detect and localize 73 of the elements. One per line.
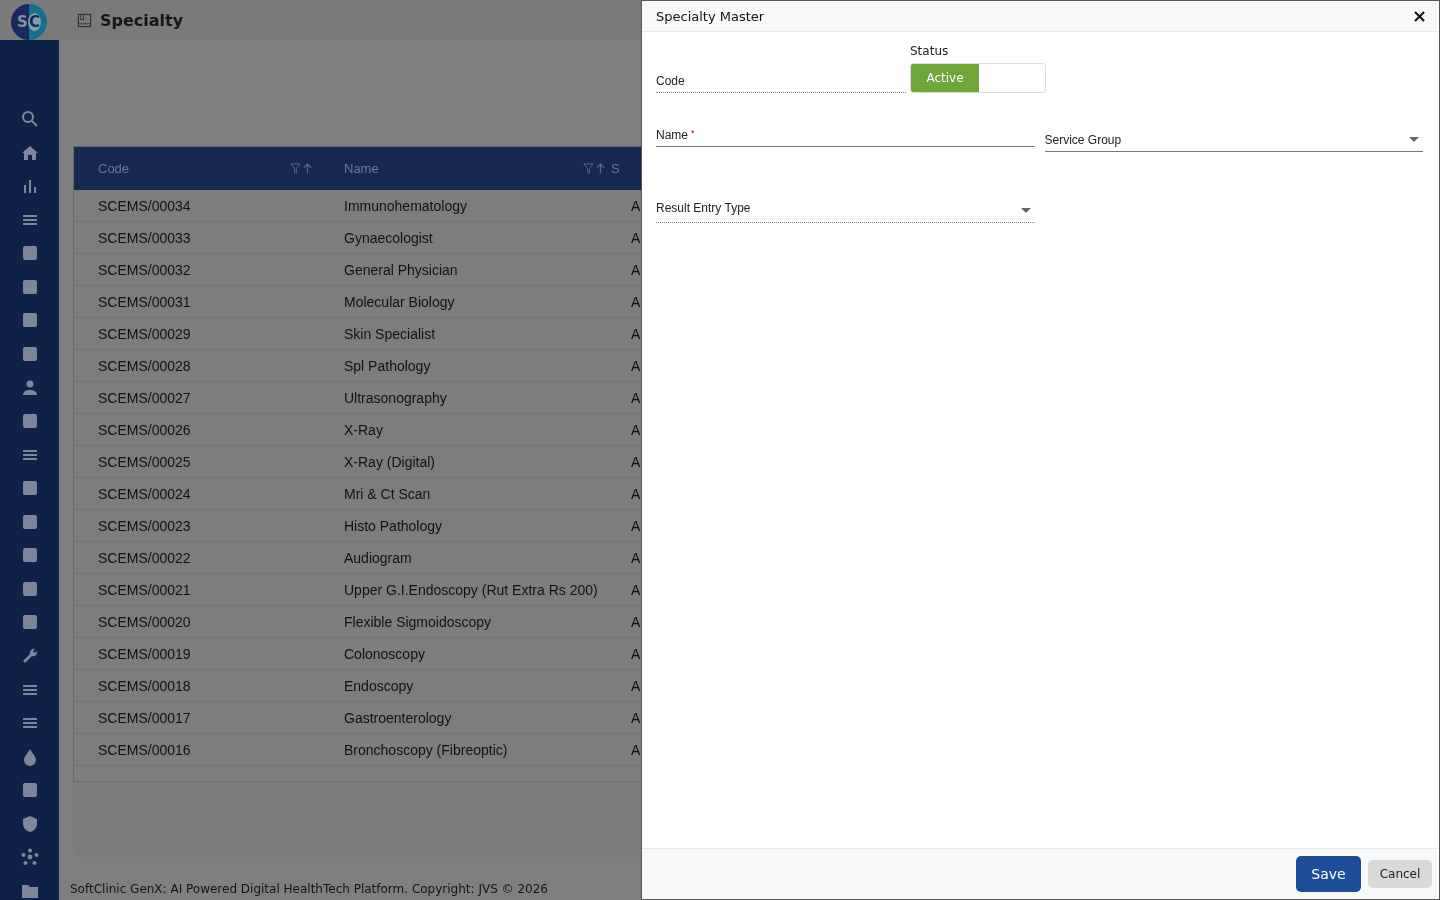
table-cell-text: A [630, 516, 641, 536]
table-cell-text: A [630, 228, 641, 248]
close-button[interactable]: × [1411, 7, 1427, 25]
table-cell-text: SCEMS/00032 [97, 260, 192, 280]
table-cell-text: SCEMS/00017 [97, 708, 192, 728]
shield-icon[interactable] [20, 814, 39, 833]
table-cell-text: Immunohematology [343, 196, 468, 216]
table-cell-text: SCEMS/00022 [97, 548, 192, 568]
table-cell-text: SCEMS/00025 [97, 452, 192, 472]
save-button[interactable]: Save [1296, 856, 1361, 892]
page-title: Specialty [100, 10, 184, 30]
table-cell-text: A [630, 580, 641, 600]
wrench-icon[interactable] [20, 647, 39, 665]
table-cell-text: X-Ray [343, 420, 384, 440]
table-cell-text: A [630, 388, 641, 408]
table-cell-text: SCEMS/00018 [97, 676, 192, 696]
table-cell-text: Colonoscopy [343, 644, 426, 664]
footer-text: SoftClinic GenX: AI Powered Digital HealthTech Platform. Copyright: JVS © 2026 [70, 882, 549, 898]
table-cell-text: SCEMS/00023 [97, 516, 192, 536]
dialog-title: Specialty Master [656, 8, 765, 24]
dropdown-field[interactable]: Service Group [1044, 119, 1423, 152]
table-cell-text: A [630, 356, 641, 376]
table-cell-text: A [630, 740, 641, 760]
table-cell-text: A [630, 676, 641, 696]
table-cell-text: A [630, 644, 641, 664]
table-cell-text: Gynaecologist [343, 228, 434, 248]
table-cell-text: Upper G.I.Endoscopy (Rut Extra Rs 200) [343, 580, 599, 600]
table-cell-text: SCEMS/00019 [97, 644, 192, 664]
search-icon[interactable] [20, 110, 39, 128]
table-cell-text: Skin Specialist [343, 324, 437, 344]
sort-arrow-icon[interactable] [303, 163, 312, 174]
table-cell-text: A [630, 708, 641, 728]
table-cell-text: SCEMS/00026 [97, 420, 192, 440]
table-cell-text: Gastroenterology [343, 708, 453, 728]
status-label: Status [910, 44, 950, 58]
table-cell-text: A [630, 324, 641, 344]
input-field[interactable]: Name * [656, 119, 1035, 147]
home-icon[interactable] [20, 143, 39, 162]
table-cell-text: General Physician [343, 260, 459, 280]
table-cell-text: SCEMS/00031 [97, 292, 192, 312]
table-cell-text: Ultrasonography [343, 388, 448, 408]
table-cell-text: A [630, 292, 641, 312]
table-cell-text: SCEMS/00029 [97, 324, 192, 344]
table-cell-text: Flexible Sigmoidoscopy [343, 612, 493, 632]
table-cell-text: SCEMS/00028 [97, 356, 192, 376]
filter-icon[interactable] [290, 163, 301, 174]
table-cell-text: Audiogram [343, 548, 413, 568]
table-cell-text: A [630, 420, 641, 440]
table-cell-text: X-Ray (Digital) [343, 452, 436, 472]
sort-arrow-icon[interactable] [596, 163, 605, 174]
table-cell-text: Endoscopy [343, 676, 415, 696]
table-cell-text: Spl Pathology [343, 356, 432, 376]
table-cell-text: SCEMS/00027 [97, 388, 192, 408]
table-cell-text: SCEMS/00021 [97, 580, 192, 600]
table-cell-text: Histo Pathology [343, 516, 444, 536]
table-cell-text: A [630, 612, 641, 632]
table-cell-text: A [630, 484, 641, 504]
network-icon[interactable] [20, 848, 39, 867]
table-cell-text: A [630, 452, 641, 472]
table-cell-text: Bronchoscopy (Fibreoptic) [343, 740, 509, 760]
table-cell-text: SCEMS/00020 [97, 612, 192, 632]
table-cell-text: A [630, 260, 641, 280]
table-cell-text: SCEMS/00033 [97, 228, 192, 248]
table-cell-text: A [630, 548, 641, 568]
person-icon[interactable] [20, 378, 39, 397]
table-cell-text: SCEMS/00024 [97, 484, 192, 504]
table-cell-text: SCEMS/00016 [97, 740, 192, 760]
cancel-button[interactable]: Cancel [1368, 860, 1432, 888]
table-cell-text: Mri & Ct Scan [343, 484, 432, 504]
table-cell-text: Molecular Biology [343, 292, 456, 312]
table-cell-text: SCEMS/00034 [97, 196, 192, 216]
filter-icon[interactable] [583, 163, 594, 174]
table-cell-text: A [630, 196, 641, 216]
